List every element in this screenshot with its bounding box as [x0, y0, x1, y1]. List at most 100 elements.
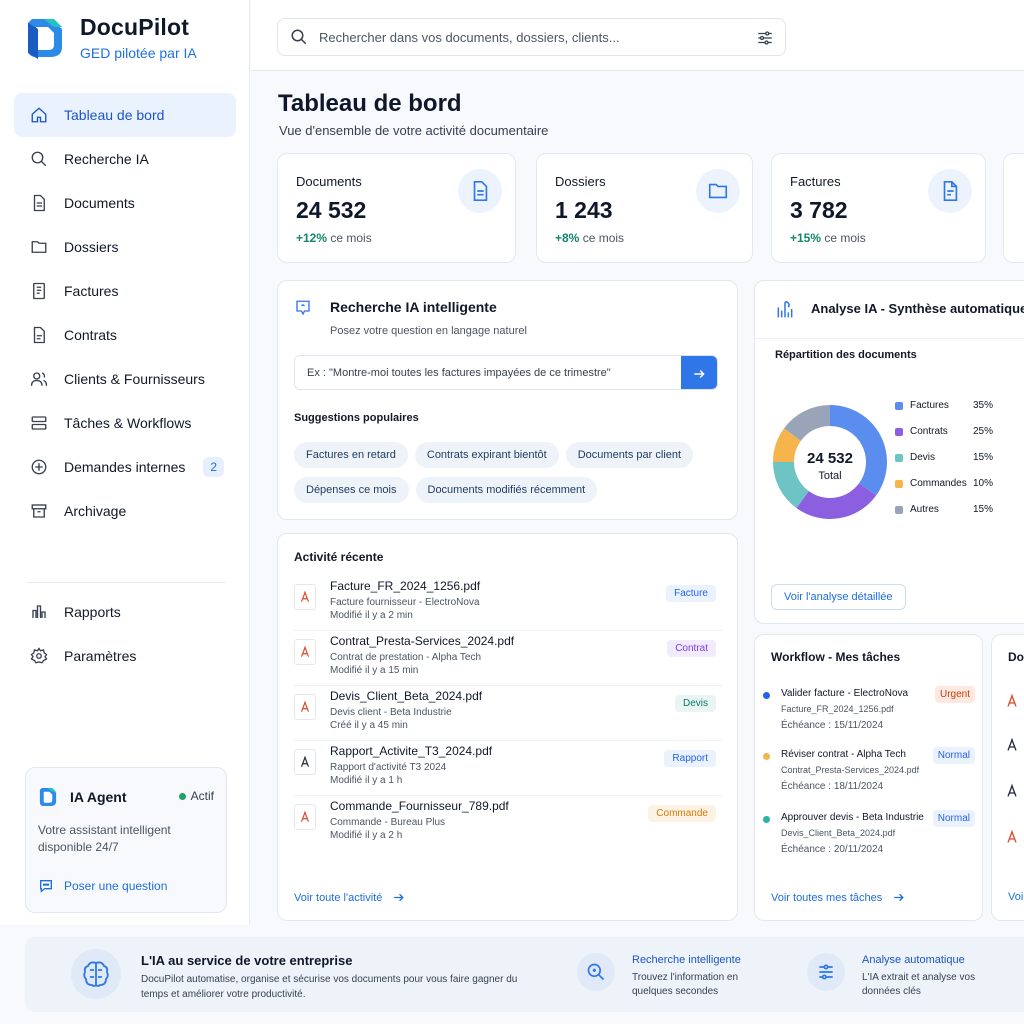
chart-center-label: Total [818, 470, 841, 482]
activity-tag: Contrat [667, 640, 716, 657]
ai-send-button[interactable] [681, 356, 717, 389]
nav-item-archive[interactable]: Archivage [14, 489, 236, 533]
task-name: Valider facture - ElectroNova [781, 688, 909, 699]
suggestion-chip[interactable]: Documents par client [565, 442, 694, 468]
donut-slice-contrats[interactable] [796, 483, 877, 519]
activity-list: Facture_FR_2024_1256.pdf Facture fournis… [294, 576, 722, 851]
pdf-file-icon [1007, 693, 1017, 707]
nav-item-reports[interactable]: Rapports [14, 590, 236, 634]
nav-item-settings[interactable]: Paramètres [14, 634, 236, 678]
nav-item-tasks[interactable]: Tâches & Workflows [14, 401, 236, 445]
global-search[interactable] [277, 18, 786, 56]
suggestion-chip[interactable]: Factures en retard [294, 442, 408, 468]
ai-query-input[interactable] [295, 356, 681, 389]
ai-search-title: Recherche IA intelligente [330, 299, 497, 315]
task-item[interactable]: Approuver devis - Beta Industrie Devis_C… [763, 810, 975, 866]
view-all-activity-link[interactable]: Voir toute l'activité [294, 891, 405, 904]
activity-time: Modifié il y a 2 min [330, 610, 413, 621]
partial-panel-link[interactable]: Voi [1008, 891, 1023, 903]
agent-title: IA Agent [70, 789, 127, 805]
task-due: Échéance : 15/11/2024 [781, 720, 884, 731]
stat-value: 24 532 [296, 197, 367, 223]
stat-card-partial[interactable] [1003, 153, 1024, 263]
nav-divider [26, 582, 226, 583]
nav-item-contracts[interactable]: Contrats [14, 313, 236, 357]
task-name: Approuver devis - Beta Industrie [781, 812, 924, 823]
nav-item-dashboard[interactable]: Tableau de bord [14, 93, 236, 137]
divider [755, 338, 1024, 339]
analysis-icon [807, 953, 845, 991]
secondary-nav: Rapports Paramètres [14, 590, 236, 678]
nav-item-folders[interactable]: Dossiers [14, 225, 236, 269]
activity-tag: Rapport [664, 750, 716, 767]
activity-row[interactable]: Contrat_Presta-Services_2024.pdf Contrat… [294, 631, 722, 686]
nav-item-ai-search[interactable]: Recherche IA [14, 137, 236, 181]
activity-row[interactable]: Devis_Client_Beta_2024.pdf Devis client … [294, 686, 722, 741]
docupilot-logo [28, 18, 62, 59]
suggestion-chip[interactable]: Dépenses ce mois [294, 477, 409, 503]
ai-search-panel: Recherche IA intelligente Posez votre qu… [277, 280, 738, 520]
task-item[interactable]: Réviser contrat - Alpha Tech Contrat_Pre… [763, 747, 975, 803]
task-file: Contrat_Presta-Services_2024.pdf [781, 765, 920, 775]
legend-item: Commandes 10% [895, 477, 993, 503]
nav-label: Clients & Fournisseurs [64, 371, 205, 387]
suggestion-chip[interactable]: Contrats expirant bientôt [414, 442, 559, 468]
nav-label: Tableau de bord [64, 107, 165, 123]
arrow-right-icon [894, 893, 905, 902]
nav-item-invoices[interactable]: Factures [14, 269, 236, 313]
global-search-input[interactable] [319, 29, 739, 45]
nav-label: Tâches & Workflows [64, 415, 192, 431]
chart-icon [30, 603, 48, 621]
archive-icon [30, 502, 48, 520]
activity-row[interactable]: Commande_Fournisseur_789.pdf Commande - … [294, 796, 722, 851]
documents-panel-partial: Do Voi [991, 634, 1024, 921]
stat-card-folders[interactable]: Dossiers 1 243 +8% ce mois [536, 153, 753, 263]
search-icon [30, 150, 48, 168]
activity-row[interactable]: Facture_FR_2024_1256.pdf Facture fournis… [294, 576, 722, 631]
nav-label: Paramètres [64, 648, 137, 664]
legend-item: Factures 35% [895, 399, 993, 425]
agent-status: Actif [178, 789, 214, 803]
arrow-right-icon [394, 893, 405, 902]
suggestion-chip[interactable]: Documents modifiés récemment [415, 477, 598, 503]
brand[interactable]: DocuPilot GED pilotée par IA [24, 14, 197, 61]
task-status-dot [763, 692, 770, 699]
nav-item-requests[interactable]: Demandes internes 2 [14, 445, 236, 489]
pdf-file-icon [1007, 829, 1017, 843]
task-file: Facture_FR_2024_1256.pdf [781, 704, 894, 714]
request-icon [30, 458, 48, 476]
legend-value: 35% [972, 400, 993, 411]
feature-title: Analyse automatique [862, 954, 965, 966]
activity-description: Rapport d'activité T3 2024 [330, 762, 447, 773]
feature-description: L'IA extrait et analyse vos données clés [862, 972, 976, 997]
feature-description: Trouvez l'information en quelques second… [632, 972, 739, 997]
view-all-tasks-link[interactable]: Voir toutes mes tâches [771, 891, 905, 904]
legend-swatch [895, 480, 903, 488]
page-title: Tableau de bord [278, 90, 462, 117]
activity-time: Modifié il y a 15 min [330, 665, 419, 676]
brand-tagline: GED pilotée par IA [80, 45, 197, 61]
ai-analysis-panel: Analyse IA - Synthèse automatique Répart… [754, 280, 1024, 624]
sidebar: DocuPilot GED pilotée par IA Tableau de … [0, 0, 250, 925]
arrow-right-icon [694, 369, 705, 378]
invoice-icon [928, 169, 972, 213]
view-all-tasks-label: Voir toutes mes tâches [771, 891, 883, 904]
activity-time: Modifié il y a 1 h [330, 775, 403, 786]
detailed-analysis-button[interactable]: Voir l'analyse détaillée [771, 584, 906, 610]
chart-legend: Factures 35% Contrats 25% Devis 15% Commandes 1… [895, 399, 993, 529]
task-item[interactable]: Valider facture - ElectroNova Facture_FR… [763, 686, 975, 742]
pdf-file-icon [294, 639, 316, 665]
task-priority-tag: Urgent [934, 686, 975, 703]
nav-label: Dossiers [64, 239, 119, 255]
nav-item-clients[interactable]: Clients & Fournisseurs [14, 357, 236, 401]
nav-label: Rapports [64, 604, 121, 620]
stat-card-invoices[interactable]: Factures 3 782 +15% ce mois [771, 153, 986, 263]
ask-question-link[interactable]: Poser une question [38, 878, 167, 894]
filter-icon[interactable] [756, 29, 774, 47]
legend-item: Autres 15% [895, 503, 993, 529]
legend-label: Autres [910, 504, 939, 515]
stat-card-documents[interactable]: Documents 24 532 +12% ce mois [277, 153, 516, 263]
nav-item-documents[interactable]: Documents [14, 181, 236, 225]
agent-description: Votre assistant intelligent disponible 2… [38, 823, 171, 854]
activity-row[interactable]: Rapport_Activite_T3_2024.pdf Rapport d'a… [294, 741, 722, 796]
